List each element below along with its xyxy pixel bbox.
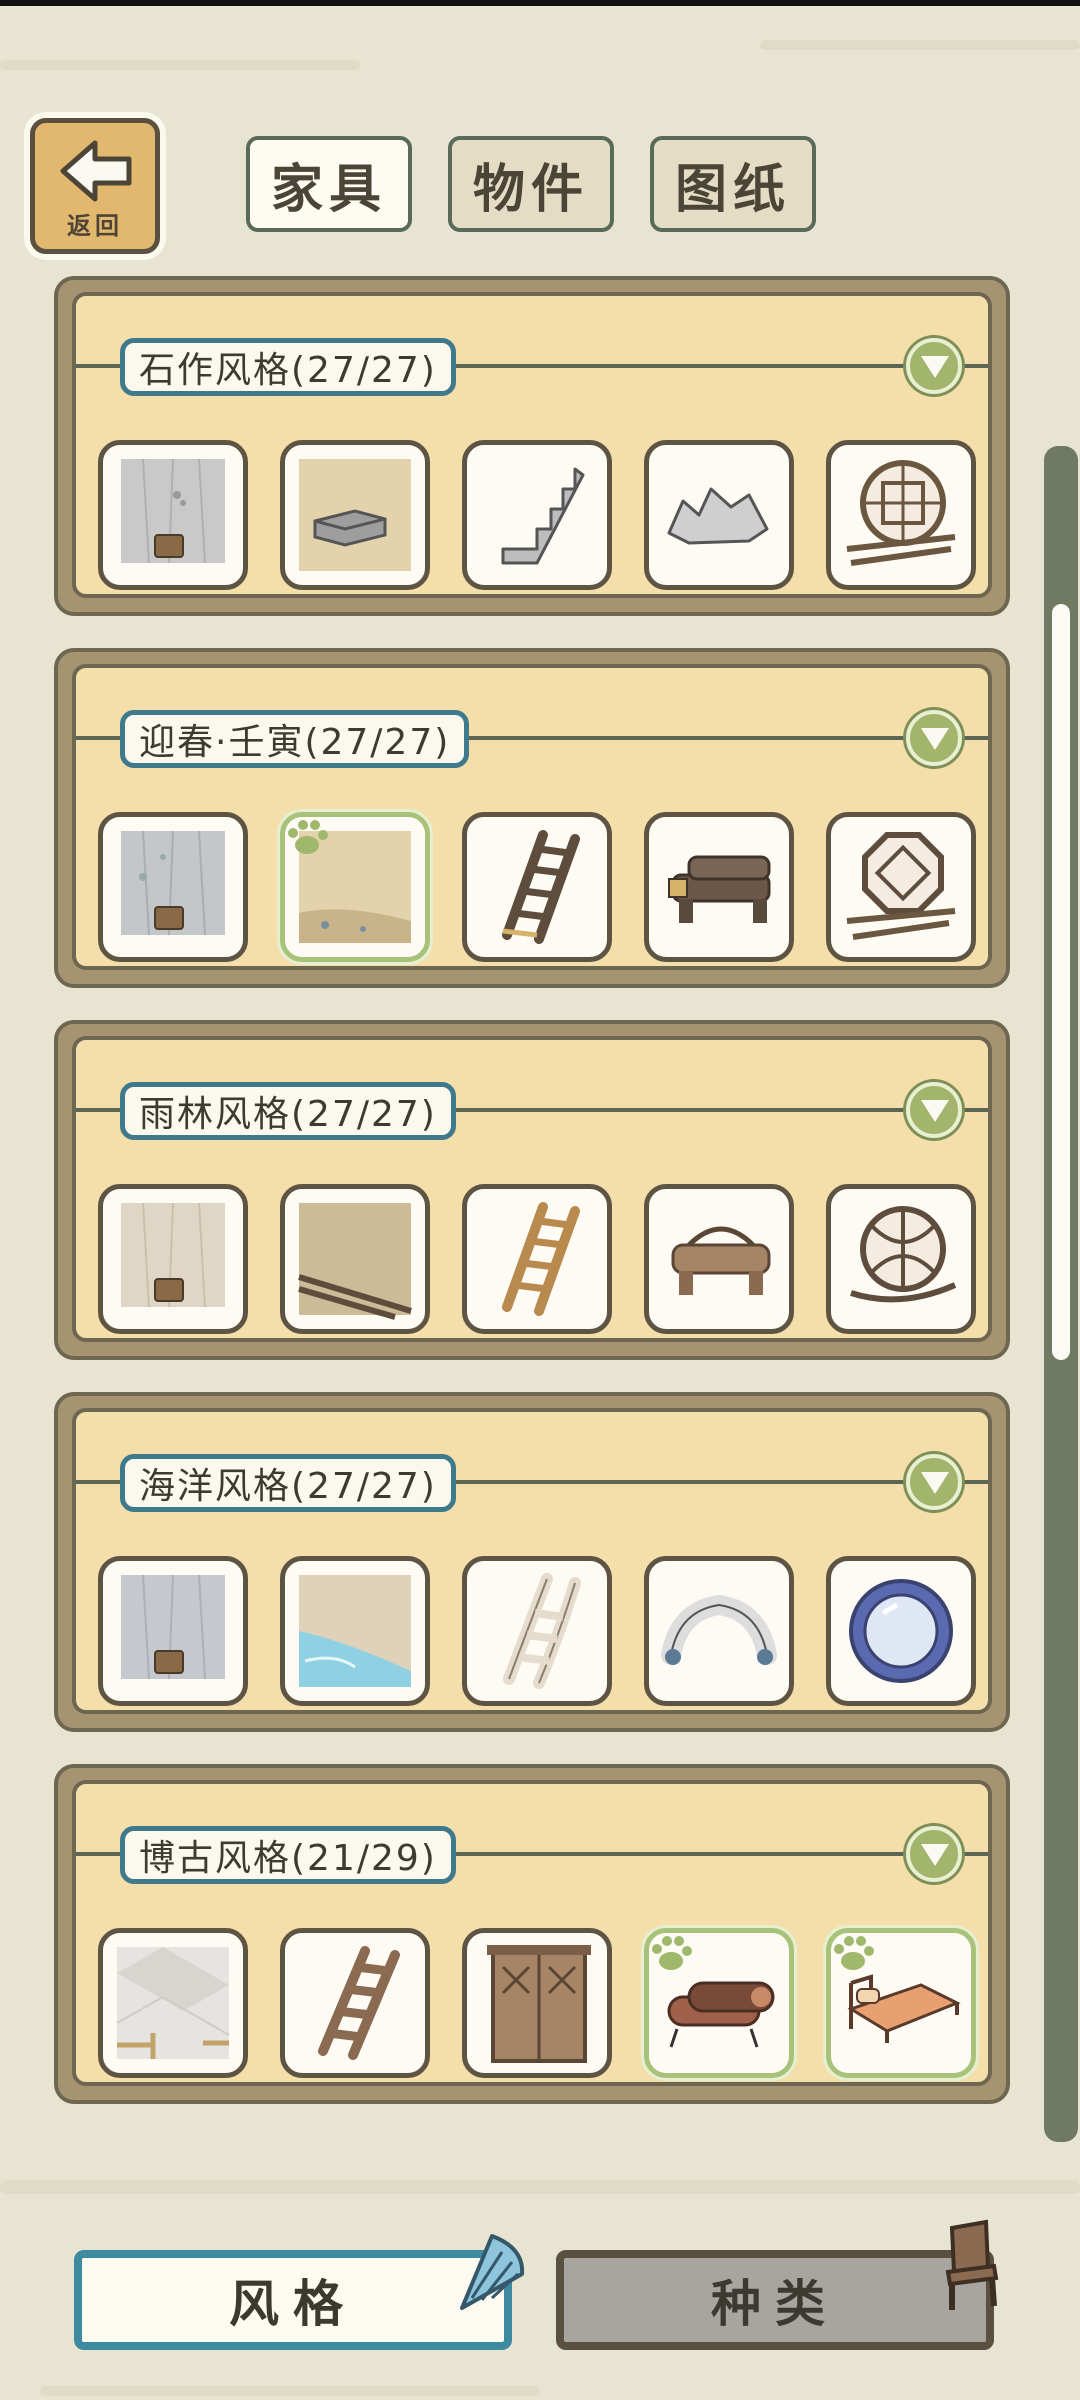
lattice-window-icon [846,460,956,566]
scrollbar-track[interactable] [1044,446,1078,2142]
tab-furniture[interactable]: 家具 [246,136,412,232]
vine-window-icon [850,1206,957,1303]
tab-blueprints[interactable]: 图纸 [650,136,816,232]
back-label: 返回 [67,212,123,240]
item-slot[interactable] [644,440,794,590]
item-slot[interactable] [98,1928,248,2078]
collection-title: 迎春·壬寅(27/27) [120,710,470,768]
collection-panel: 海洋风格(27/27) [54,1392,1010,1732]
style-button[interactable]: 风格 [74,2250,512,2350]
item-slot-selected[interactable] [280,812,430,962]
arrow-left-icon [60,140,132,202]
item-slot[interactable] [462,812,612,962]
collection-panel-body: 石作风格(27/27) [72,292,992,598]
wallpaper-icon [121,1574,225,1680]
shell-table-icon [661,1594,777,1665]
expand-button[interactable] [906,1826,962,1882]
back-button[interactable]: 返回 [30,118,160,254]
item-slot[interactable] [462,1184,612,1334]
paw-print-icon [288,820,328,854]
item-slot[interactable] [644,1184,794,1334]
floor-icon [299,1575,411,1687]
stairs-icon [501,467,585,565]
item-slot[interactable] [644,1556,794,1706]
paw-print-icon [834,1936,874,1970]
background-streak [40,2386,540,2396]
expand-button[interactable] [906,1082,962,1138]
porthole-window-icon [849,1579,953,1683]
item-slot[interactable] [280,1928,430,2078]
item-slot[interactable] [826,1556,976,1706]
collection-title: 博古风格(21/29) [120,1826,456,1884]
item-slot[interactable] [280,1184,430,1334]
log-table-icon [668,855,771,923]
item-slot[interactable] [98,812,248,962]
collection-panel: 博古风格(21/29) [54,1764,1010,2104]
wallpaper-icon [121,458,225,564]
item-slot[interactable] [462,440,612,590]
background-streak [0,60,360,70]
floor-icon [299,459,411,571]
item-slot-selected[interactable] [826,1928,976,2078]
status-bar [0,0,1080,6]
wallpaper-icon [121,830,225,936]
item-slot[interactable] [280,1556,430,1706]
seashell-icon [460,2234,525,2310]
chevron-down-icon [921,1100,949,1122]
collection-panel-body: 雨林风格(27/27) [72,1036,992,1342]
tab-objects[interactable]: 物件 [448,136,614,232]
collection-panel: 迎春·壬寅(27/27) [54,648,1010,988]
root-table-icon [671,1226,771,1295]
expand-button[interactable] [906,710,962,766]
background-streak [0,2180,1080,2194]
kind-button[interactable]: 种类 [556,2250,994,2350]
door-icon [487,1945,591,2063]
ladder-icon [502,830,580,944]
expand-button[interactable] [906,338,962,394]
chevron-down-icon [921,1844,949,1866]
chevron-down-icon [921,1472,949,1494]
stairs-icon [318,1946,400,2060]
item-slot[interactable] [98,1184,248,1334]
ladder-icon [502,1202,580,1316]
background-streak [760,40,1080,50]
floor-tiles-icon [116,1947,230,2059]
item-slot[interactable] [826,812,976,962]
chevron-down-icon [921,728,949,750]
item-slot[interactable] [98,1556,248,1706]
collection-panel-body: 博古风格(21/29) [72,1780,992,2086]
octagon-window-icon [846,832,956,940]
item-slot-selected[interactable] [644,1928,794,2078]
expand-button[interactable] [906,1454,962,1510]
item-slot[interactable] [826,1184,976,1334]
ladder-icon [503,1573,581,1689]
rock-table-icon [667,487,769,545]
item-slot[interactable] [280,440,430,590]
item-slot[interactable] [98,440,248,590]
item-slot[interactable] [462,1928,612,2078]
chair-icon [945,2219,999,2310]
collection-panel: 雨林风格(27/27) [54,1020,1010,1360]
item-slot[interactable] [644,812,794,962]
item-slot[interactable] [826,440,976,590]
wallpaper-icon [121,1202,225,1308]
collection-title: 海洋风格(27/27) [120,1454,456,1512]
chevron-down-icon [921,356,949,378]
collection-title: 石作风格(27/27) [120,338,456,396]
collection-title: 雨林风格(27/27) [120,1082,456,1140]
scrollbar-thumb[interactable] [1052,604,1070,1360]
paw-print-icon [652,1936,692,1970]
collection-panel-body: 迎春·壬寅(27/27) [72,664,992,970]
item-slot[interactable] [462,1556,612,1706]
collection-panel: 石作风格(27/27) [54,276,1010,616]
floor-icon [298,1203,412,1320]
collection-panel-body: 海洋风格(27/27) [72,1408,992,1714]
